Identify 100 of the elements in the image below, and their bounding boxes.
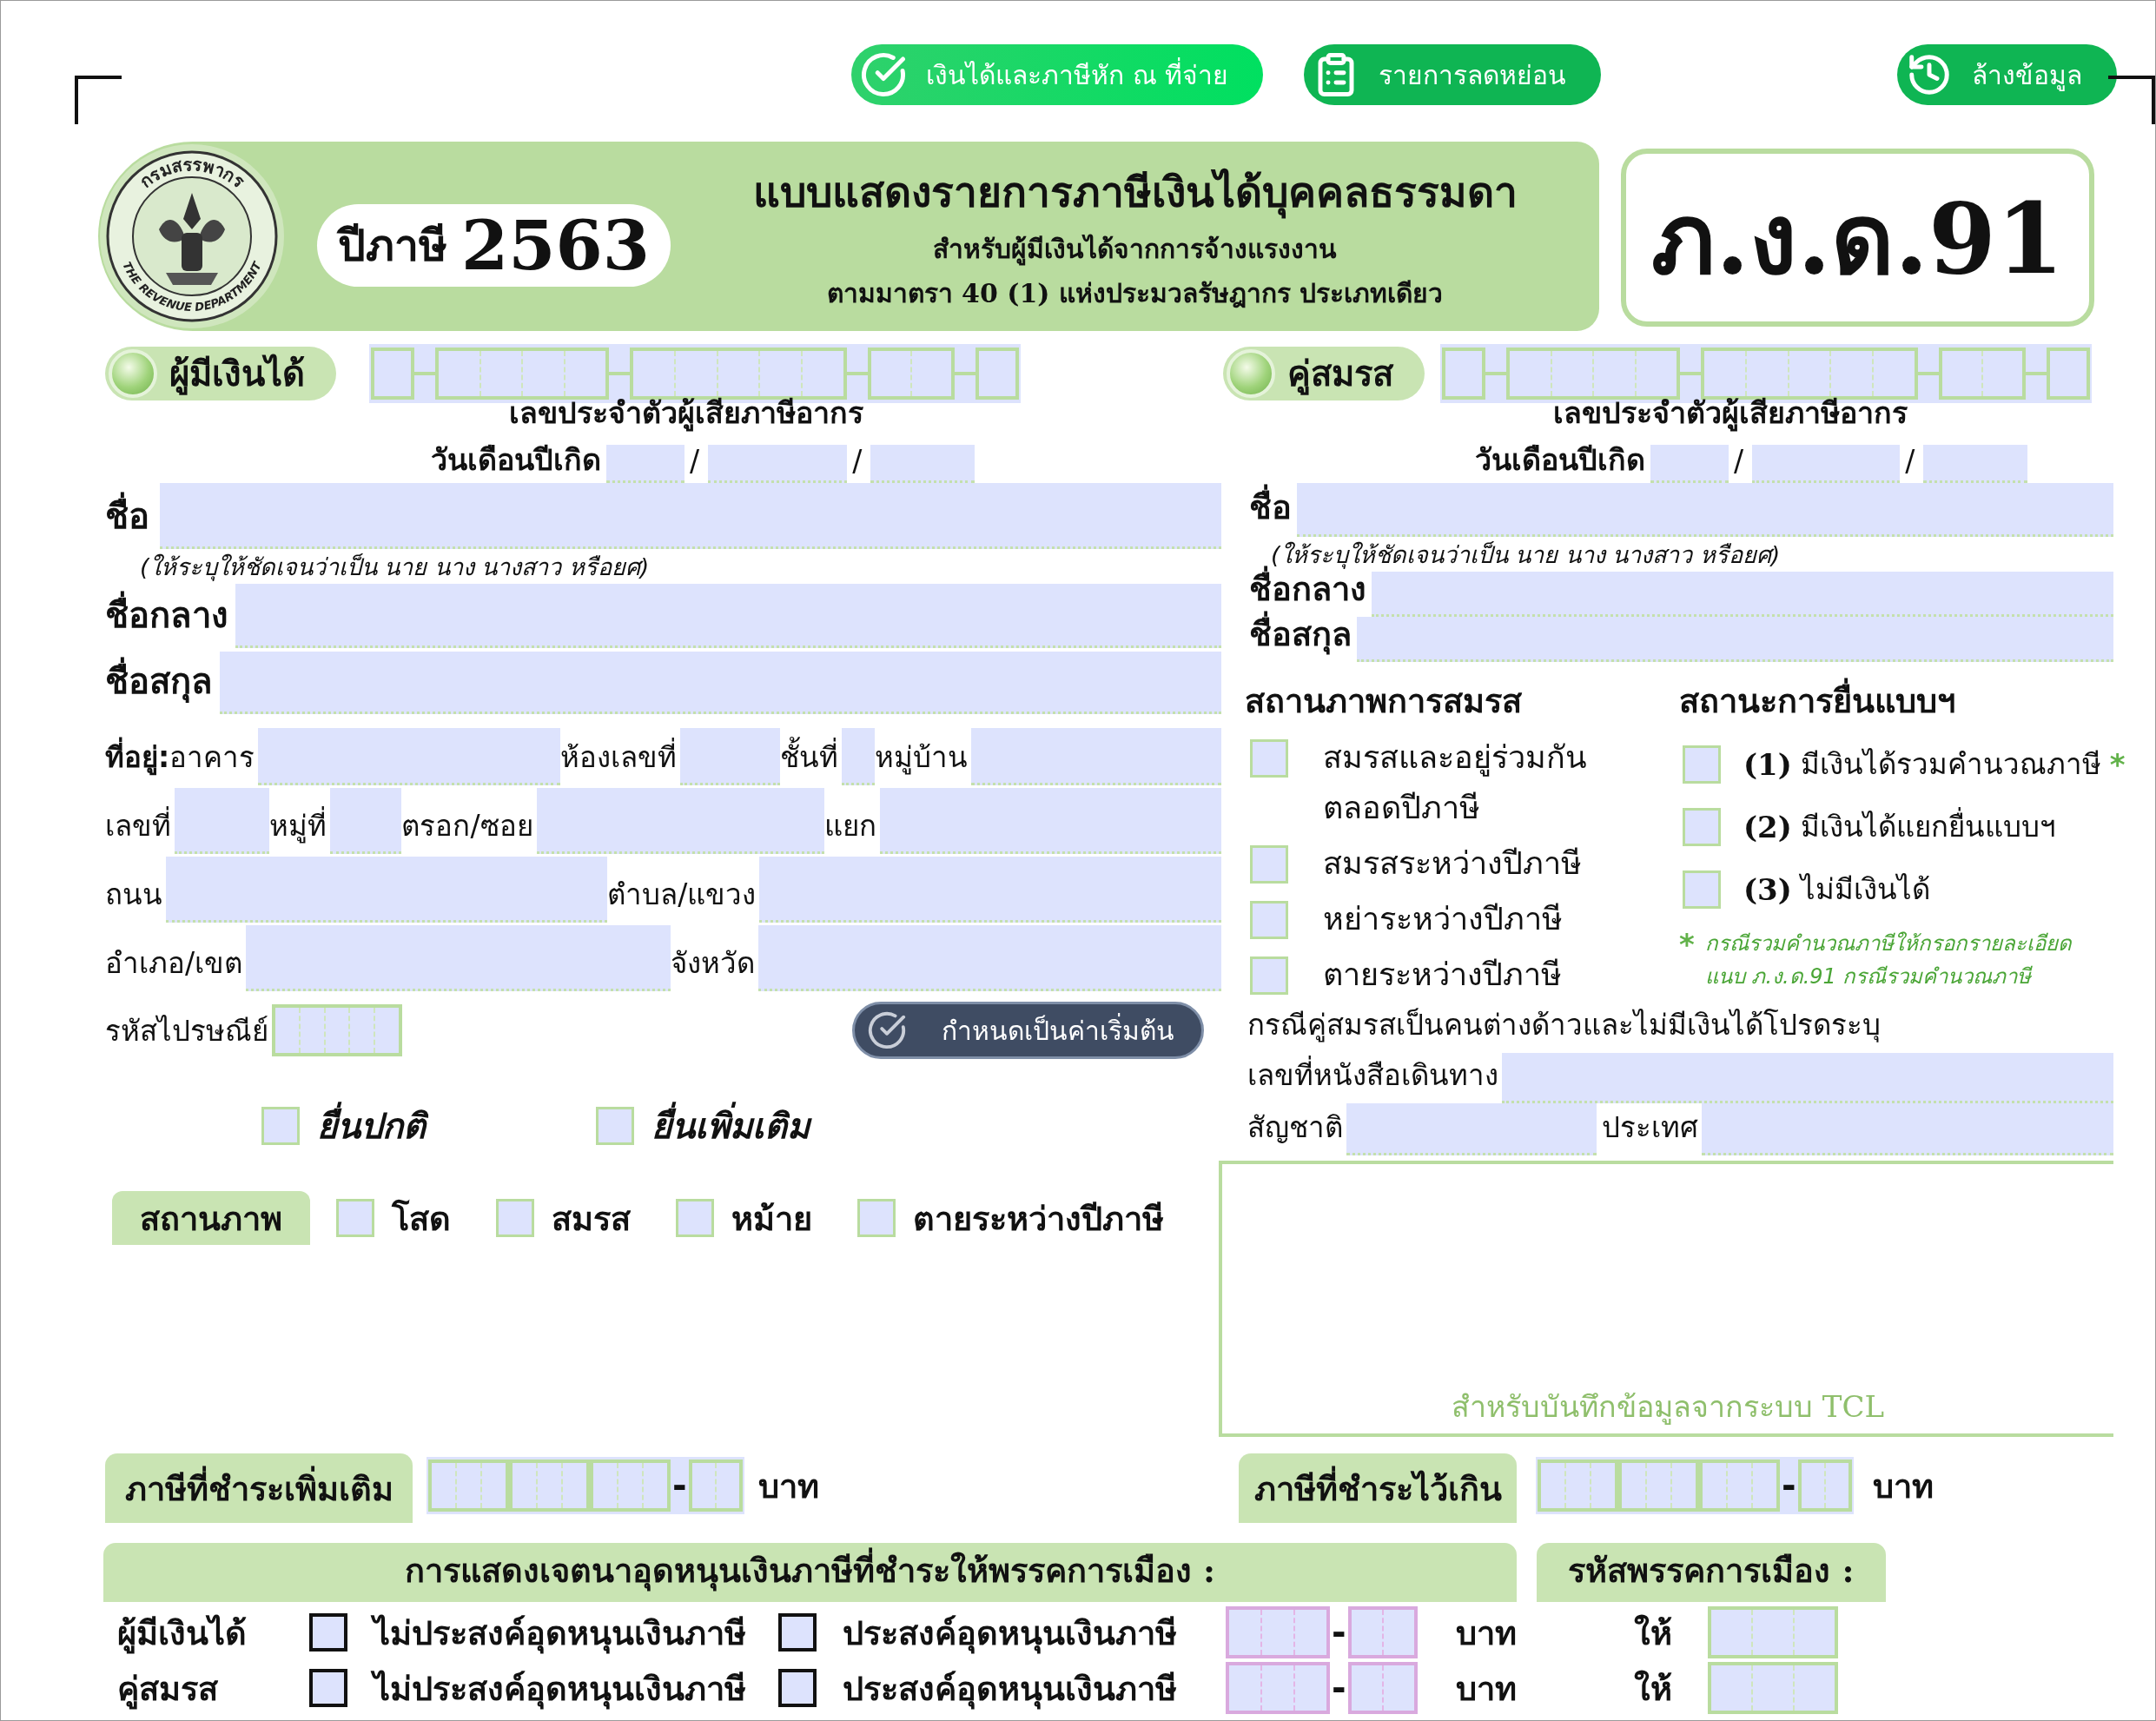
- input-field[interactable]: [329, 788, 402, 854]
- section-title: คู่สมรส: [1287, 352, 1393, 397]
- digit-field[interactable]: [1708, 1662, 1838, 1714]
- digit-field[interactable]: [1442, 348, 1485, 400]
- input-field[interactable]: [1502, 1053, 2113, 1103]
- digit-field[interactable]: [590, 1460, 671, 1512]
- input-field[interactable]: [606, 445, 684, 483]
- footnote-text: กรณีรวมคำนวณภาษีให้กรอกรายละเอียดแนบ ภ.ง.ด.91 กรณีรวมคำนวณภาษี: [1704, 930, 2073, 990]
- input-field[interactable]: [841, 728, 875, 785]
- corner-mark: [2108, 76, 2155, 124]
- option-number: (3): [1743, 872, 1792, 907]
- field-label: เลขประจำตัวผู้เสียภาษีอากร: [509, 394, 863, 434]
- field-label: ชั้นที่: [779, 734, 842, 785]
- toolbar-button[interactable]: รายการลดหย่อน: [1304, 44, 1602, 105]
- input-field[interactable]: [759, 857, 1221, 923]
- instruction-text: กรณีคู่สมรสเป็นคนต่างด้าวและไม่มีเงินได้โปรดระบุ: [1247, 1007, 1882, 1044]
- digit-field[interactable]: [975, 348, 1019, 400]
- option-label: ประสงค์อุดหนุนเงินภาษี: [843, 1667, 1177, 1711]
- input-field[interactable]: [175, 788, 269, 854]
- field-label: ชื่อกลาง: [105, 587, 235, 648]
- form-code: ภ.ง.ด.91: [1621, 149, 2094, 327]
- option-label: โสด: [392, 1197, 451, 1240]
- checkbox[interactable]: [778, 1669, 817, 1707]
- dash-separator: -: [1331, 1612, 1347, 1652]
- option-label: ตายระหว่างปีภาษี: [1323, 956, 1562, 994]
- field-label: ให้: [1634, 1612, 1672, 1654]
- digit-field[interactable]: [1347, 1606, 1418, 1658]
- option-label: ไม่มีเงินได้: [1800, 871, 1930, 908]
- input-field[interactable]: [1297, 483, 2113, 537]
- input-field[interactable]: [1372, 572, 2113, 617]
- digit-field[interactable]: [688, 1460, 743, 1512]
- input-field[interactable]: [680, 728, 780, 785]
- option-label: สมรส: [552, 1197, 631, 1240]
- input-field[interactable]: [870, 445, 975, 483]
- field-label: เลขที่หนังสือเดินทาง: [1247, 1052, 1502, 1103]
- field-label: หมู่บ้าน: [874, 739, 969, 777]
- section-heading: สถานะการยื่นแบบฯ: [1679, 674, 2113, 727]
- section-banner: การแสดงเจตนาอุดหนุนเงินภาษีที่ชำระให้พรรคการเมือง :: [103, 1543, 1517, 1602]
- field-label: เลขที่: [105, 803, 175, 854]
- form-subtitle: สำหรับผู้มีเงินได้จากการจ้างแรงงาน: [933, 233, 1338, 268]
- section-title: ผู้มีเงินได้: [169, 352, 305, 397]
- input-field[interactable]: [160, 483, 1221, 549]
- input-field[interactable]: [166, 857, 608, 923]
- tax-year: 2563: [461, 205, 651, 285]
- digit-field[interactable]: [1226, 1662, 1330, 1714]
- input-field[interactable]: [879, 788, 1221, 854]
- toolbar-button[interactable]: ล้างข้อมูล: [1897, 44, 2117, 105]
- check-circle-icon: [867, 1010, 907, 1050]
- input-field[interactable]: [1923, 445, 2028, 483]
- field-label: เลขประจำตัวผู้เสียภาษีอากร: [1553, 394, 1908, 434]
- input-field[interactable]: [970, 728, 1221, 785]
- tax-year-label: ปีภาษี: [338, 218, 447, 273]
- input-field[interactable]: [220, 652, 1221, 714]
- toolbar-button[interactable]: เงินได้และภาษีหัก ณ ที่จ่าย: [851, 44, 1264, 105]
- field-label: ให้: [1634, 1667, 1672, 1710]
- field-label: ชื่อ: [1223, 480, 1297, 537]
- input-field[interactable]: [536, 788, 824, 854]
- footnote-mark: *: [2109, 747, 2126, 782]
- input-field[interactable]: [1357, 617, 2113, 662]
- input-field[interactable]: [1346, 1103, 1597, 1155]
- digit-field[interactable]: [1708, 1606, 1838, 1658]
- input-field[interactable]: [1752, 445, 1901, 483]
- field-label: ชื่อ: [105, 488, 160, 549]
- input-field[interactable]: [246, 925, 671, 991]
- checkbox[interactable]: [309, 1669, 347, 1707]
- input-field[interactable]: [258, 728, 561, 785]
- field-label: ประเทศ: [1601, 1109, 1700, 1146]
- input-field[interactable]: [1702, 1103, 2113, 1155]
- digit-field[interactable]: [1538, 1460, 1618, 1512]
- digit-field[interactable]: [1347, 1662, 1418, 1714]
- form-title: แบบแสดงรายการภาษีเงินได้บุคคลธรรมดา: [752, 159, 1518, 225]
- digit-field[interactable]: [371, 348, 414, 400]
- seal-text: กรมสรรพากร: [135, 153, 249, 193]
- field-label: ตำบล/แขวง: [607, 877, 757, 913]
- currency-label: บาท: [757, 1465, 819, 1507]
- field-label: จังหวัด: [671, 945, 757, 982]
- input-field[interactable]: [758, 925, 1221, 991]
- digit-field[interactable]: [1699, 1460, 1780, 1512]
- input-field[interactable]: [235, 584, 1221, 648]
- input-field[interactable]: [708, 445, 848, 483]
- digit-field[interactable]: [1939, 348, 2026, 400]
- digit-field[interactable]: [1797, 1460, 1852, 1512]
- dash-separator: -: [1331, 1668, 1347, 1708]
- date-separator: /: [690, 444, 701, 480]
- field-label: วันเดือนปีเกิด: [431, 441, 601, 479]
- set-default-button[interactable]: กำหนดเป็นค่าเริ่มต้น: [852, 1002, 1204, 1059]
- checkbox[interactable]: [309, 1613, 347, 1651]
- field-label: ห้องเลขที่: [560, 734, 681, 785]
- row-label: คู่สมรส: [116, 1667, 218, 1711]
- digit-field[interactable]: [2047, 348, 2090, 400]
- option-label: มีเงินได้แยกยื่นแบบฯ: [1800, 802, 2056, 852]
- dash-separator: -: [671, 1466, 688, 1506]
- digit-field[interactable]: [428, 1460, 509, 1512]
- digit-field[interactable]: [272, 1004, 402, 1056]
- check-circle-icon: [860, 51, 907, 98]
- checkbox[interactable]: [778, 1613, 817, 1651]
- option-number: (2): [1743, 810, 1792, 844]
- digit-field[interactable]: [1226, 1606, 1330, 1658]
- digit-field[interactable]: [868, 348, 955, 400]
- input-field[interactable]: [1650, 445, 1729, 483]
